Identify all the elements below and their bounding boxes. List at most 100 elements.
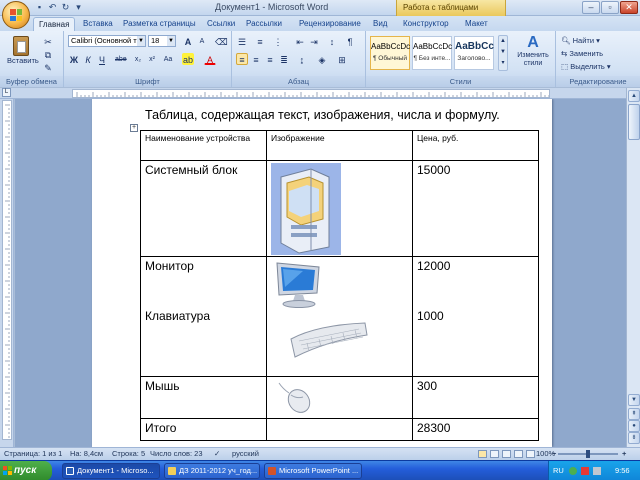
tab-references[interactable]: Ссылки	[202, 17, 240, 31]
header-cell-price[interactable]: Цена, руб.	[412, 130, 539, 161]
table-move-handle-icon[interactable]: +	[130, 124, 138, 132]
cell-price[interactable]: 300	[412, 376, 539, 419]
status-position[interactable]: На: 8,4см	[70, 448, 103, 460]
network-icon[interactable]	[569, 467, 577, 475]
zoom-in-icon[interactable]: +	[622, 448, 626, 460]
cut-icon[interactable]: ✂	[42, 35, 54, 47]
draft-icon[interactable]	[526, 450, 535, 458]
format-painter-icon[interactable]: ✎	[42, 61, 54, 73]
horizontal-ruler[interactable]: L	[0, 88, 640, 99]
clear-format-icon[interactable]: ⌫	[214, 35, 228, 47]
taskbar-item-folder[interactable]: ДЗ 2011-2012 уч_год...	[164, 463, 260, 479]
grow-font-icon[interactable]: A	[182, 35, 194, 47]
clock[interactable]: 9:56	[615, 461, 630, 480]
cell-name[interactable]: Итого	[140, 418, 267, 441]
subscript-icon[interactable]: x₂	[132, 53, 144, 65]
tab-layout[interactable]: Макет	[460, 17, 493, 31]
tab-insert[interactable]: Вставка	[78, 17, 118, 31]
cell-image[interactable]	[266, 160, 413, 257]
find-button[interactable]: 🔍︎ Найти ▾	[560, 34, 636, 46]
bullets-icon[interactable]: ☰	[236, 35, 248, 47]
numbering-icon[interactable]: ≡	[254, 35, 266, 47]
align-right-icon[interactable]: ≡	[264, 53, 276, 65]
align-center-icon[interactable]: ≡	[250, 53, 262, 65]
shrink-font-icon[interactable]: A	[196, 35, 208, 47]
tab-page-layout[interactable]: Разметка страницы	[118, 17, 201, 31]
vertical-scrollbar[interactable]: ▲ ▼ ⇞ ● ⇟	[626, 88, 640, 447]
multilevel-list-icon[interactable]: ⋮	[272, 35, 284, 47]
scroll-up-icon[interactable]: ▲	[628, 90, 640, 102]
zoom-out-icon[interactable]: −	[552, 448, 556, 460]
increase-indent-icon[interactable]: ⇥	[308, 35, 320, 47]
vertical-ruler[interactable]	[2, 100, 12, 440]
borders-icon[interactable]: ⊞	[336, 53, 348, 65]
cell-price[interactable]: 28300	[412, 418, 539, 441]
minimize-button[interactable]: –	[582, 1, 600, 14]
copy-icon[interactable]: ⧉	[42, 48, 54, 60]
font-size-combo[interactable]: 18 ▼	[148, 35, 176, 47]
status-words[interactable]: Число слов: 23	[150, 448, 203, 460]
justify-icon[interactable]: ≣	[278, 53, 290, 65]
volume-icon[interactable]	[593, 467, 601, 475]
full-screen-reading-icon[interactable]	[490, 450, 499, 458]
language-indicator[interactable]: RU	[553, 461, 564, 480]
maximize-button[interactable]: ▫	[601, 1, 619, 14]
web-layout-icon[interactable]	[502, 450, 511, 458]
bold-icon[interactable]: Ж	[68, 53, 80, 65]
scroll-thumb[interactable]	[628, 104, 640, 140]
outline-icon[interactable]	[514, 450, 523, 458]
cell-price[interactable]: 12000 1000	[412, 256, 539, 377]
zoom-slider-thumb[interactable]	[586, 450, 590, 458]
close-button[interactable]: ✕	[620, 1, 638, 14]
status-language[interactable]: русский	[232, 448, 259, 460]
decrease-indent-icon[interactable]: ⇤	[294, 35, 306, 47]
header-cell-image[interactable]: Изображение	[266, 130, 413, 161]
show-marks-icon[interactable]: ¶	[344, 35, 356, 47]
style-no-spacing[interactable]: AaBbCcDc ¶ Без инте...	[412, 36, 452, 70]
shading-icon[interactable]: ◈	[316, 53, 328, 65]
save-icon[interactable]: ▪	[34, 2, 45, 13]
select-button[interactable]: ⬚ Выделить ▾	[560, 60, 636, 72]
tab-view[interactable]: Вид	[368, 17, 392, 31]
device-table[interactable]: Наименование устройства Изображение Цена…	[140, 130, 539, 441]
font-name-combo[interactable]: Calibri (Основной т ▼	[68, 35, 146, 47]
italic-icon[interactable]: К	[82, 53, 94, 65]
cell-image[interactable]	[266, 418, 413, 441]
document-canvas[interactable]: Таблица, содержащая текст, изображения, …	[15, 99, 626, 447]
browse-object-icon[interactable]: ●	[628, 420, 640, 432]
tab-selector-icon[interactable]: L	[2, 88, 11, 97]
underline-icon[interactable]: Ч	[96, 53, 108, 65]
tab-mailings[interactable]: Рассылки	[241, 17, 287, 31]
font-color-icon[interactable]: A	[204, 53, 216, 65]
customize-icon[interactable]: ▾	[73, 2, 84, 13]
change-styles-button[interactable]: A Изменить стили	[512, 33, 554, 73]
next-page-icon[interactable]: ⇟	[628, 432, 640, 444]
antivirus-icon[interactable]	[581, 467, 589, 475]
align-left-icon[interactable]: ≡	[236, 53, 248, 65]
superscript-icon[interactable]: x²	[146, 53, 158, 65]
office-button[interactable]	[2, 1, 30, 29]
status-line[interactable]: Строка: 5	[112, 448, 145, 460]
tab-design[interactable]: Конструктор	[398, 17, 454, 31]
replace-button[interactable]: ⇆ Заменить	[560, 47, 636, 59]
scroll-down-icon[interactable]: ▼	[628, 394, 640, 406]
taskbar-item-word[interactable]: Документ1 - Microso...	[62, 463, 160, 479]
style-normal[interactable]: AaBbCcDc ¶ Обычный	[370, 36, 410, 70]
undo-icon[interactable]: ↶	[47, 2, 58, 13]
start-button[interactable]: пуск	[0, 461, 52, 480]
header-cell-name[interactable]: Наименование устройства	[140, 130, 267, 161]
cell-name[interactable]: Системный блок	[140, 160, 267, 257]
highlight-icon[interactable]: ab	[182, 53, 194, 65]
document-page[interactable]: Таблица, содержащая текст, изображения, …	[92, 99, 552, 447]
status-page[interactable]: Страница: 1 из 1	[4, 448, 62, 460]
cell-name[interactable]: Мышь	[140, 376, 267, 419]
sort-icon[interactable]: ↕	[326, 35, 338, 47]
cell-name[interactable]: Монитор Клавиатура	[140, 256, 267, 377]
spellcheck-icon[interactable]: ✓	[214, 448, 220, 460]
change-case-icon[interactable]: Aa	[162, 53, 174, 65]
cell-image[interactable]	[266, 376, 413, 419]
taskbar-item-powerpoint[interactable]: Microsoft PowerPoint ...	[264, 463, 362, 479]
strikethrough-icon[interactable]: abe	[114, 53, 127, 65]
redo-icon[interactable]: ↻	[60, 2, 71, 13]
cell-price[interactable]: 15000	[412, 160, 539, 257]
